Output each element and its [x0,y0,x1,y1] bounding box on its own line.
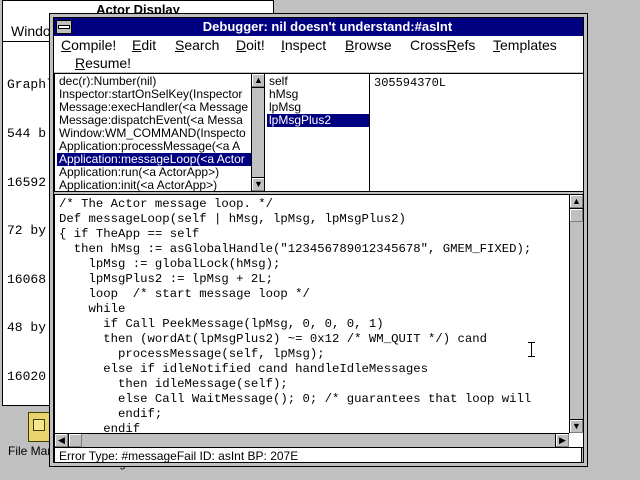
source-code-pane[interactable]: /* The Actor message loop. */Def message… [54,194,584,448]
code-line: then (wordAt(lpMsgPlus2) ~= 0x12 /* WM_Q… [59,332,488,346]
file-manager-icon[interactable] [28,412,50,442]
system-menu-icon[interactable] [56,20,72,34]
menu-edit-rest: dit [141,37,157,53]
variables-list[interactable]: self hMsg lpMsg lpMsgPlus2 [267,75,369,130]
variable-item[interactable]: hMsg [267,88,368,101]
code-line: else if idleNotified cand handleIdleMess… [59,362,428,376]
menu-templates-accel: T [493,37,500,53]
menu-compile[interactable]: Compile! [61,36,116,54]
value-pane[interactable]: 305594370L [369,73,584,192]
menu-templates[interactable]: Templates [493,36,557,54]
bg-line: 16592 [7,174,47,190]
code-line: lpMsgPlus2 := lpMsg + 2L; [59,272,274,286]
code-line: then idleMessage(self); [59,377,288,391]
debugger-titlebar[interactable]: Debugger: nil doesn't understand:#asInt [54,18,583,36]
bg-line: 544 b [7,126,47,142]
call-stack-item[interactable]: Application:init(<a ActorApp>) [57,179,251,191]
menu-search[interactable]: Search [175,36,219,54]
scroll-thumb[interactable] [69,434,82,447]
code-horizontal-scrollbar[interactable]: ◀ ▶ [55,433,569,447]
menu-inspect-rest: nspect [284,37,327,53]
code-line: /* The Actor message loop. */ [59,197,274,211]
scroll-thumb[interactable] [570,209,583,222]
code-line: endif [59,422,141,433]
bg-line: Graphl [7,77,54,93]
call-stack-list[interactable]: dec(r):Number(nil) Inspector:startOnSelKe… [57,75,251,191]
debugger-title: Debugger: nil doesn't understand:#asInt [202,19,453,34]
code-line: { if TheApp == self [59,227,200,241]
menu-search-accel: S [175,37,185,53]
menu-crossrefs-accel: R [446,37,457,53]
bg-line: 16020 [7,369,47,385]
code-line: processMessage(self, lpMsg); [59,347,325,361]
menu-resume-rest: esume! [85,55,132,71]
code-line: Def messageLoop(self | hMsg, lpMsg, lpMs… [59,212,406,226]
variable-item[interactable]: lpMsgPlus2 [267,114,369,127]
menu-templates-rest: emplates [500,37,557,53]
call-stack-item[interactable]: dec(r):Number(nil) [57,75,251,88]
background-window-lines: Graphl 544 b 16592 72 by 16068 48 by 160… [7,45,54,418]
menu-resume[interactable]: Resume! [75,54,131,72]
variable-item[interactable]: self [267,75,368,88]
menu-inspect[interactable]: Inspect [281,36,326,54]
bg-line: 16068 [7,271,47,287]
menu-edit-accel: E [132,37,142,53]
code-line: if Call PeekMessage(lpMsg, 0, 0, 0, 1) [59,317,384,331]
code-line: while [59,302,126,316]
code-line: loop /* start message loop */ [59,287,310,301]
menu-compile-rest: ompile! [71,37,117,53]
scroll-down-arrow-icon[interactable]: ▼ [570,419,583,433]
menu-browse[interactable]: Browse [345,36,392,54]
variable-value: 305594370L [374,76,447,90]
menu-browse-accel: B [345,37,355,53]
bg-line: 72 by [7,223,47,239]
scroll-left-arrow-icon[interactable]: ◀ [55,434,69,447]
call-stack-item[interactable]: Window:WM_COMMAND(Inspecto [57,127,251,140]
menu-browse-rest: rowse [354,37,392,53]
call-stack-item[interactable]: Application:messageLoop(<a Actor [57,153,251,166]
call-stack-item[interactable]: Application:run(<a ActorApp>) [57,166,251,179]
code-line: endif; [59,407,163,421]
menu-edit[interactable]: Edit [132,36,156,54]
call-stack-item[interactable]: Message:execHandler(<a Message [57,101,251,114]
variables-pane[interactable]: self hMsg lpMsg lpMsgPlus2 [264,73,371,192]
variable-item[interactable]: lpMsg [267,101,368,114]
bg-line: 48 by [7,320,47,336]
menu-resume-accel: R [75,55,86,71]
call-stack-item[interactable]: Message:dispatchEvent(<a Messa [57,114,251,127]
code-line: lpMsg := globalLock(hMsg); [59,257,281,271]
debugger-window[interactable]: Debugger: nil doesn't understand:#asInt … [49,13,588,467]
menu-crossrefs[interactable]: CrossRefs [410,36,475,54]
menu-doit-accel: D [236,37,247,53]
scroll-right-arrow-icon[interactable]: ▶ [555,434,569,447]
code-line: then hMsg := asGlobalHandle("12345678901… [59,242,532,256]
code-vertical-scrollbar[interactable]: ▲ ▼ [569,195,583,433]
text-cursor-icon [528,342,535,357]
scroll-up-arrow-icon[interactable]: ▲ [570,195,583,209]
call-stack-pane[interactable]: dec(r):Number(nil) Inspector:startOnSelKe… [54,73,266,192]
call-stack-scrollbar[interactable]: ▲ ▼ [251,74,265,191]
menu-doit[interactable]: Doit! [236,36,265,54]
menu-search-rest: earch [184,37,220,53]
call-stack-item[interactable]: Application:processMessage(<a A [57,140,251,153]
call-stack-item[interactable]: Inspector:startOnSelKey(Inspector [57,88,251,101]
source-code-editor[interactable]: /* The Actor message loop. */Def message… [59,197,567,433]
menu-crossrefs-pre: Cross [410,37,447,53]
menu-doit-rest: oit! [246,37,265,53]
status-bar: Error Type: #messageFail ID: asInt BP: 2… [54,447,582,463]
menu-compile-accel: C [61,37,72,53]
debugger-menubar: Compile! Edit Search Doit! Inspect Brows… [54,36,583,72]
code-line: else Call WaitMessage(); 0; /* guarantee… [59,392,532,406]
menu-crossrefs-rest: efs [456,37,476,53]
